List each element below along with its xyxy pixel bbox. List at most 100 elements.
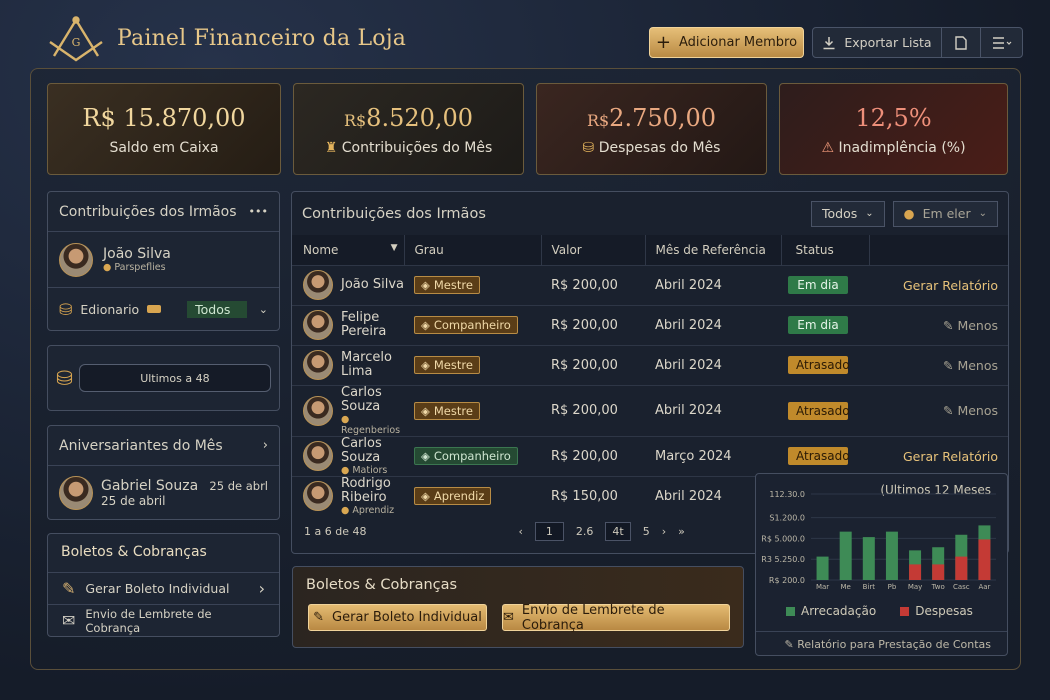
- bar-despesas: [909, 564, 922, 580]
- sidebar-contributions-panel: Contribuições dos Irmãos ••• João Silva …: [47, 191, 280, 331]
- menu-button[interactable]: [980, 27, 1023, 58]
- generate-boleto-item[interactable]: ✎ Gerar Boleto Individual ›: [48, 572, 279, 604]
- sort-down-icon: ▼: [390, 242, 398, 253]
- last-range-field[interactable]: Ultimos a 48: [78, 364, 271, 392]
- x-tick-label: Casc: [953, 583, 970, 591]
- app-title: Painel Financeiro da Loja: [117, 26, 407, 51]
- bar-arrecadacao: [816, 556, 829, 580]
- status-badge: Atrasado: [788, 401, 850, 420]
- x-tick-label: Me: [841, 583, 851, 591]
- table-row[interactable]: Carlos Souza ● Regenberios ◈ Mestre R$ 200,0…: [292, 384, 1008, 436]
- column-header-grade[interactable]: Grau: [404, 235, 542, 265]
- row-action-link[interactable]: Menos: [957, 358, 998, 373]
- coins-icon: ⛁: [59, 299, 73, 319]
- y-tick-label: R3 5.250.0: [761, 555, 805, 564]
- grade-badge: ◈ Mestre: [414, 356, 480, 374]
- bar-despesas: [955, 556, 968, 580]
- stat-card-default-rate: 12,5% ⚠ Inadimplência (%): [779, 83, 1008, 175]
- stat-value: R$2.750,00: [586, 104, 717, 132]
- emblem-icon: ◈: [421, 358, 430, 372]
- document-button[interactable]: [941, 27, 981, 58]
- filter-state-select[interactable]: ● Em eler ⌄: [892, 200, 998, 227]
- avatar: [303, 310, 333, 340]
- invoice-icon: ✎: [62, 579, 76, 598]
- status-badge: Em dia: [788, 276, 848, 294]
- panel-title: Boletos & Cobranças: [61, 544, 207, 560]
- member-name: Marcelo Lima: [341, 350, 392, 379]
- add-member-button[interactable]: + Adicionar Membro: [649, 27, 804, 58]
- value-cell: R$ 150,00: [541, 475, 645, 516]
- sidebar-last-panel: ⛁ Ultimos a 48: [47, 345, 280, 411]
- generate-boleto-button[interactable]: ✎ Gerar Boleto Individual: [308, 604, 487, 631]
- table-row[interactable]: Felipe Pereira ◈ Companheiro R$ 200,00 Abril…: [292, 304, 1008, 345]
- bar-arrecadacao: [885, 531, 898, 580]
- page-button[interactable]: 4t: [605, 522, 631, 541]
- x-tick-label: May: [908, 583, 922, 591]
- month-cell: Abril 2024: [645, 344, 781, 385]
- row-action-link[interactable]: Gerar Relatório: [903, 449, 998, 464]
- month-cell: Abril 2024: [645, 264, 781, 305]
- column-header-name[interactable]: Nome ▼: [292, 235, 405, 265]
- grade-badge: ◈ Aprendiz: [414, 487, 492, 506]
- chevron-down-icon: ⌄: [865, 208, 874, 219]
- page-button[interactable]: 1: [534, 522, 564, 541]
- table-row[interactable]: João Silva ◈ Mestre R$ 200,00 Abril 2024 Em d…: [292, 264, 1008, 305]
- column-header-value[interactable]: Valor: [541, 235, 646, 265]
- send-reminder-button[interactable]: ✉ Envio de Lembrete de Cobrança: [502, 603, 730, 633]
- user-icon: ●: [903, 206, 915, 221]
- download-icon: [823, 36, 835, 49]
- filter-all-select[interactable]: Todos ⌄: [810, 200, 885, 227]
- filter-label: Edionario: [80, 301, 140, 317]
- y-tick-label: S1.200.0: [769, 514, 805, 523]
- column-header-month[interactable]: Mês de Referência: [645, 235, 782, 265]
- value-cell: R$ 200,00: [541, 435, 645, 476]
- x-tick-label: Aar: [978, 583, 990, 591]
- page-button[interactable]: 5: [643, 525, 650, 538]
- export-list-button[interactable]: Exportar Lista: [812, 27, 942, 58]
- envelope-icon: ✉: [62, 611, 76, 630]
- menu-icon: [992, 36, 1011, 49]
- more-options-icon[interactable]: •••: [249, 205, 268, 218]
- stat-label: Saldo em Caixa: [109, 140, 219, 156]
- page-button[interactable]: 2.6: [576, 525, 594, 538]
- value-cell: R$ 200,00: [541, 264, 645, 305]
- money-bag-icon: ♜: [324, 140, 338, 156]
- status-badge: Em dia: [788, 316, 848, 334]
- invoice-icon: ✎: [313, 610, 325, 625]
- x-tick-label: Mar: [816, 583, 829, 591]
- member-sub: ● Regenberios: [341, 413, 401, 436]
- table-row[interactable]: Carlos Souza ● Matiors ◈ Companheiro R$ 200,…: [292, 435, 1008, 476]
- emblem-icon: ◈: [421, 318, 430, 332]
- y-tick-label: 112.30.0: [769, 490, 805, 499]
- filter-select[interactable]: Todos: [187, 300, 247, 318]
- next-page-button[interactable]: ›: [662, 525, 666, 538]
- item-label: Gerar Boleto Individual: [85, 581, 230, 596]
- chevron-right-icon[interactable]: ›: [263, 438, 268, 453]
- chevron-down-icon[interactable]: ⌄: [259, 303, 268, 316]
- report-link[interactable]: ✎ Relatório para Prestação de Contas: [756, 631, 1007, 656]
- last-page-button[interactable]: »: [678, 525, 685, 538]
- row-action-link[interactable]: Gerar Relatório: [903, 278, 998, 293]
- grade-badge: ◈ Companheiro: [414, 316, 518, 334]
- row-action-link[interactable]: Menos: [957, 318, 998, 333]
- grade-badge: ◈ Companheiro: [414, 447, 518, 465]
- bar-arrecadacao: [862, 537, 875, 580]
- avatar: [303, 441, 333, 471]
- prev-page-button[interactable]: ‹: [518, 525, 522, 538]
- value-cell: R$ 200,00: [541, 304, 645, 345]
- table-row[interactable]: Marcelo Lima ◈ Mestre R$ 200,00 Abril 2024 At…: [292, 344, 1008, 385]
- month-cell: Abril 2024: [645, 384, 781, 436]
- row-action-link[interactable]: Menos: [957, 403, 998, 418]
- coins-icon: ⛁: [582, 140, 595, 156]
- panel-title: Boletos & Cobranças: [306, 577, 458, 593]
- birthday-date-sub: 25 de abril: [101, 494, 166, 508]
- bar-despesas: [978, 539, 991, 580]
- chevron-right-icon: ›: [258, 579, 265, 598]
- column-header-status[interactable]: Status: [781, 235, 870, 265]
- send-reminder-item[interactable]: ✉ Envio de Lembrete de Cobrança: [48, 604, 279, 636]
- table-title: Contribuições dos Irmãos: [302, 205, 486, 222]
- x-tick-label: Birt: [863, 583, 876, 591]
- item-label: Envio de Lembrete de Cobrança: [85, 606, 212, 635]
- x-tick-label: Two: [931, 583, 945, 591]
- bar-chart: 112.30.0 S1.200.0 R$ 5.000.0 R3 5.250.0 R$ 2…: [761, 490, 996, 591]
